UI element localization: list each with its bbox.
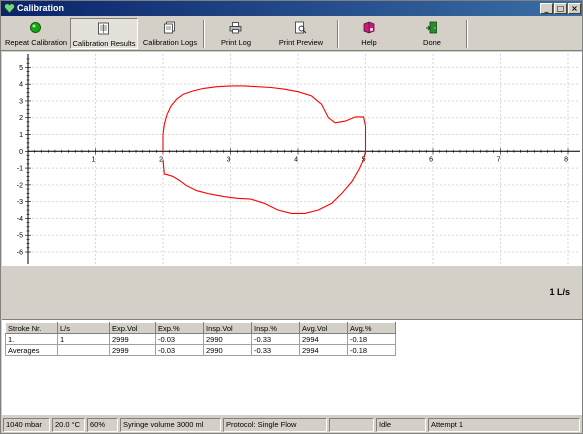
table-header-row: Stroke Nr. L/s Exp.Vol Exp.% Insp.Vol In…	[5, 322, 396, 334]
column-header[interactable]: Insp.Vol	[203, 322, 252, 334]
y-tick-label: 1	[19, 132, 23, 139]
y-tick-label: -5	[17, 233, 23, 240]
table-cell: -0.33	[251, 333, 300, 345]
exit-door-icon	[426, 21, 437, 34]
table-cell: -0.03	[155, 344, 204, 356]
pages-icon	[164, 21, 175, 34]
column-header[interactable]: Stroke Nr.	[5, 322, 58, 334]
chart-footer-panel: 1 L/s	[2, 266, 582, 317]
table-cell: -0.18	[347, 344, 396, 356]
status-attempt: Attempt 1	[428, 418, 580, 432]
y-tick-label: 4	[19, 82, 23, 89]
toolbar-separator	[337, 20, 339, 48]
status-pressure: 1040 mbar	[3, 418, 50, 432]
x-tick-label: 1	[92, 156, 96, 163]
calibration-window: Calibration _ □ × Repeat Calibration Cal…	[0, 0, 583, 434]
column-header[interactable]: Insp.%	[251, 322, 300, 334]
table-row[interactable]: Averages 2999 -0.03 2990 -0.33 2994 -0.1…	[5, 344, 396, 356]
print-log-label: Print Log	[220, 38, 252, 47]
table-cell: 1	[57, 333, 110, 345]
column-header[interactable]: Avg.%	[347, 322, 396, 334]
results-table-panel: Stroke Nr. L/s Exp.Vol Exp.% Insp.Vol In…	[2, 319, 582, 415]
flow-unit-label: 1 L/s	[549, 287, 570, 297]
title-bar[interactable]: Calibration _ □ ×	[1, 1, 582, 16]
column-header[interactable]: L/s	[57, 322, 110, 334]
y-tick-label: 3	[19, 98, 23, 105]
table-cell: 2990	[203, 344, 252, 356]
x-tick-label: 7	[497, 156, 501, 163]
status-humidity: 60%	[87, 418, 118, 432]
table-cell: 2999	[109, 344, 156, 356]
x-tick-label: 4	[294, 156, 298, 163]
x-tick-label: 8	[564, 156, 568, 163]
document-icon	[98, 22, 109, 35]
status-syringe-volume: Syringe volume 3000 ml	[120, 418, 221, 432]
maximize-button[interactable]: □	[554, 3, 567, 14]
table-cell: -0.03	[155, 333, 204, 345]
repeat-calibration-label: Repeat Calibration	[4, 38, 68, 47]
magnifier-page-icon	[295, 21, 307, 34]
status-empty-panel	[329, 418, 374, 432]
flow-volume-chart: 1 2 3 4 5 6 7 8 5 4 3 2 1 0 -1 -2 -3 -4 -5 -6	[2, 52, 582, 266]
column-header[interactable]: Exp.Vol	[109, 322, 156, 334]
y-tick-label: -6	[17, 250, 23, 257]
y-tick-label: 0	[19, 149, 23, 156]
calibration-logs-label: Calibration Logs	[142, 38, 198, 47]
minimize-button[interactable]: _	[540, 3, 553, 14]
x-tick-label: 3	[227, 156, 231, 163]
toolbar-separator	[466, 20, 468, 48]
y-tick-label: 5	[19, 65, 23, 72]
table-cell: 1.	[5, 333, 58, 345]
flow-volume-loop-line	[162, 85, 367, 214]
table-cell: -0.33	[251, 344, 300, 356]
toolbar-separator	[203, 20, 205, 48]
table-cell: 2990	[203, 333, 252, 345]
column-header[interactable]: Exp.%	[155, 322, 204, 334]
y-tick-label: -4	[17, 216, 23, 223]
help-label: Help	[361, 38, 377, 47]
green-circle-icon	[30, 22, 41, 33]
window-title: Calibration	[17, 3, 65, 13]
x-tick-label: 6	[429, 156, 433, 163]
printer-icon	[229, 22, 242, 34]
status-protocol: Protocol: Single Flow	[223, 418, 327, 432]
table-cell: 2994	[299, 344, 348, 356]
y-tick-label: -3	[17, 199, 23, 206]
calibration-results-label: Calibration Results	[72, 39, 136, 48]
chart-plot: 1 2 3 4 5 6 7 8543210-1-2-3-4-5-6	[17, 54, 580, 264]
results-table: Stroke Nr. L/s Exp.Vol Exp.% Insp.Vol In…	[5, 322, 396, 356]
y-tick-label: 2	[19, 115, 23, 122]
help-button[interactable]: Help	[346, 18, 392, 49]
table-row[interactable]: 1. 1 2999 -0.03 2990 -0.33 2994 -0.18	[5, 333, 396, 345]
print-preview-label: Print Preview	[278, 38, 324, 47]
toolbar: Repeat Calibration Calibration Results C…	[1, 17, 582, 51]
column-header[interactable]: Avg.Vol	[299, 322, 348, 334]
table-cell	[57, 344, 110, 356]
calibration-results-button[interactable]: Calibration Results	[70, 18, 138, 49]
done-button[interactable]: Done	[409, 18, 455, 49]
table-cell: -0.18	[347, 333, 396, 345]
table-cell: Averages	[5, 344, 58, 356]
status-bar: 1040 mbar 20.0 °C 60% Syringe volume 300…	[1, 417, 582, 433]
y-tick-label: -1	[17, 166, 23, 173]
table-cell: 2999	[109, 333, 156, 345]
done-label: Done	[423, 38, 441, 47]
print-preview-button[interactable]: Print Preview	[271, 18, 331, 49]
status-state: Idle	[376, 418, 426, 432]
calibration-logs-button[interactable]: Calibration Logs	[139, 18, 201, 49]
help-book-icon	[363, 21, 375, 34]
app-heart-icon	[4, 3, 15, 14]
y-tick-label: -2	[17, 182, 23, 189]
print-log-button[interactable]: Print Log	[208, 18, 264, 49]
table-cell: 2994	[299, 333, 348, 345]
repeat-calibration-button[interactable]: Repeat Calibration	[3, 18, 69, 49]
status-temperature: 20.0 °C	[52, 418, 85, 432]
close-button[interactable]: ×	[568, 3, 581, 14]
